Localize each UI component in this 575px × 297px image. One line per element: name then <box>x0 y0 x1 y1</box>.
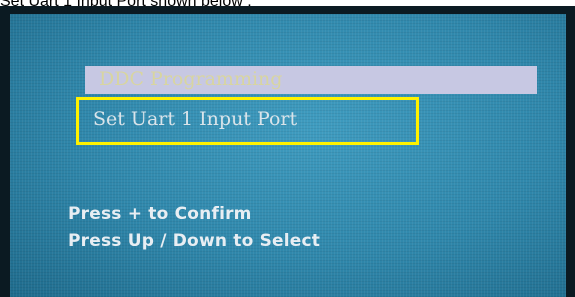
hint-select: Press Up / Down to Select <box>68 231 321 251</box>
menu-item-ddc-programming[interactable]: DDC Programming <box>85 66 537 94</box>
monitor-bezel: DDC Programming Set Uart 1 Input Port Pr… <box>0 6 575 297</box>
menu-item-label: DDC Programming <box>99 68 283 90</box>
menu-item-set-uart-1-input-port[interactable]: Set Uart 1 Input Port <box>76 97 419 145</box>
osd-screen: DDC Programming Set Uart 1 Input Port Pr… <box>10 14 566 297</box>
menu-item-label: Set Uart 1 Input Port <box>93 108 298 130</box>
hint-confirm: Press + to Confirm <box>68 204 252 224</box>
